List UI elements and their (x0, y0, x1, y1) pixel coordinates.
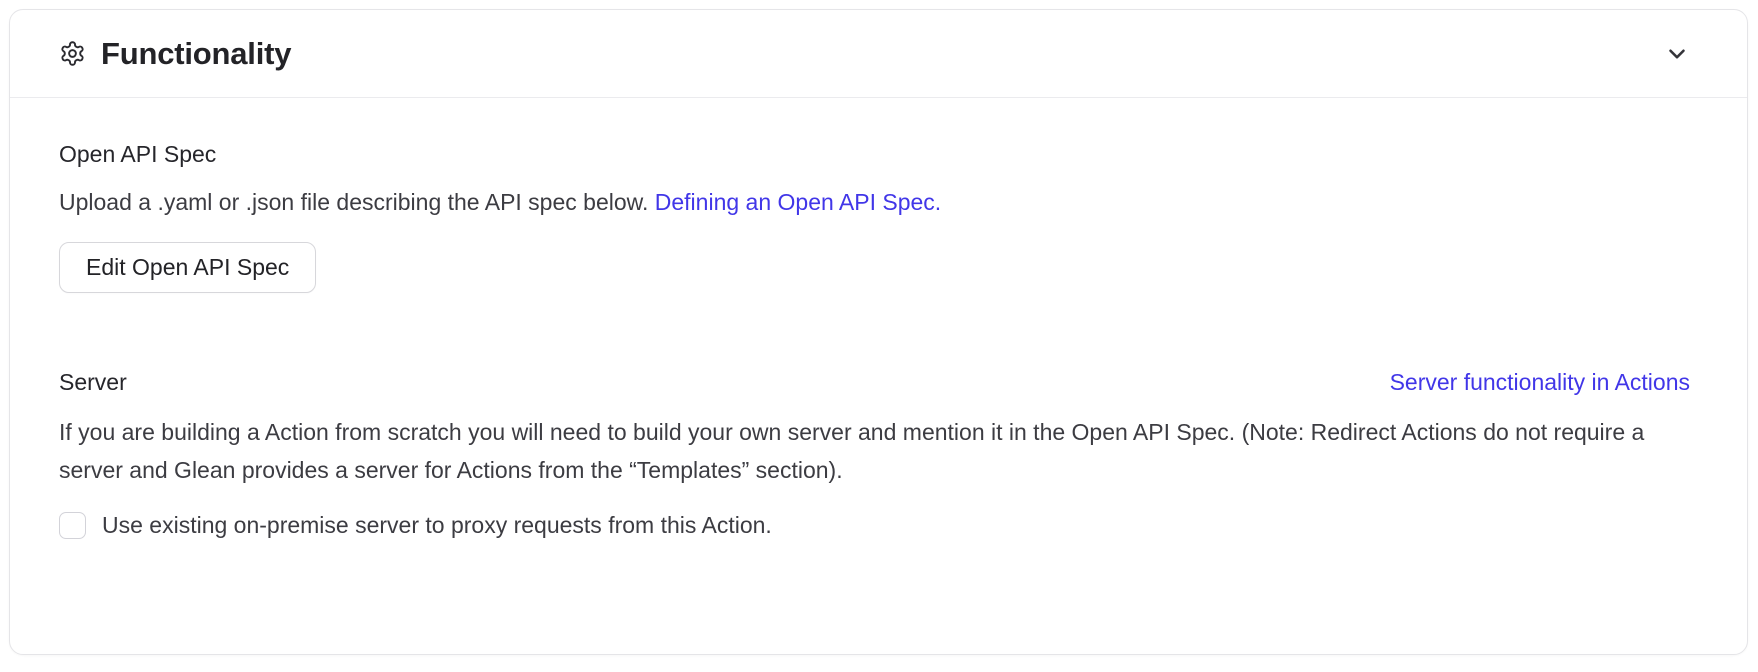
server-section-head: Server Server functionality in Actions (59, 367, 1690, 397)
chevron-down-icon[interactable] (1664, 41, 1690, 67)
panel-header[interactable]: Functionality (10, 10, 1747, 98)
edit-open-api-spec-button[interactable]: Edit Open API Spec (59, 242, 316, 293)
server-description: If you are building a Action from scratc… (59, 413, 1690, 489)
proxy-checkbox-label: Use existing on-premise server to proxy … (102, 510, 772, 540)
panel-body: Open API Spec Upload a .yaml or .json fi… (10, 98, 1747, 540)
server-section: Server Server functionality in Actions I… (59, 367, 1690, 540)
open-api-spec-description: Upload a .yaml or .json file describing … (59, 183, 1690, 221)
open-api-spec-section: Open API Spec Upload a .yaml or .json fi… (59, 139, 1690, 293)
open-api-spec-label: Open API Spec (59, 139, 1690, 169)
gear-icon (59, 40, 86, 67)
open-api-spec-description-text: Upload a .yaml or .json file describing … (59, 189, 655, 215)
panel-title: Functionality (101, 36, 291, 72)
proxy-checkbox-row: Use existing on-premise server to proxy … (59, 510, 1690, 540)
proxy-checkbox[interactable] (59, 512, 86, 539)
server-label: Server (59, 367, 127, 397)
defining-open-api-spec-link[interactable]: Defining an Open API Spec. (655, 189, 941, 215)
server-functionality-link[interactable]: Server functionality in Actions (1390, 369, 1690, 396)
functionality-panel: Functionality Open API Spec Upload a .ya… (9, 9, 1748, 655)
